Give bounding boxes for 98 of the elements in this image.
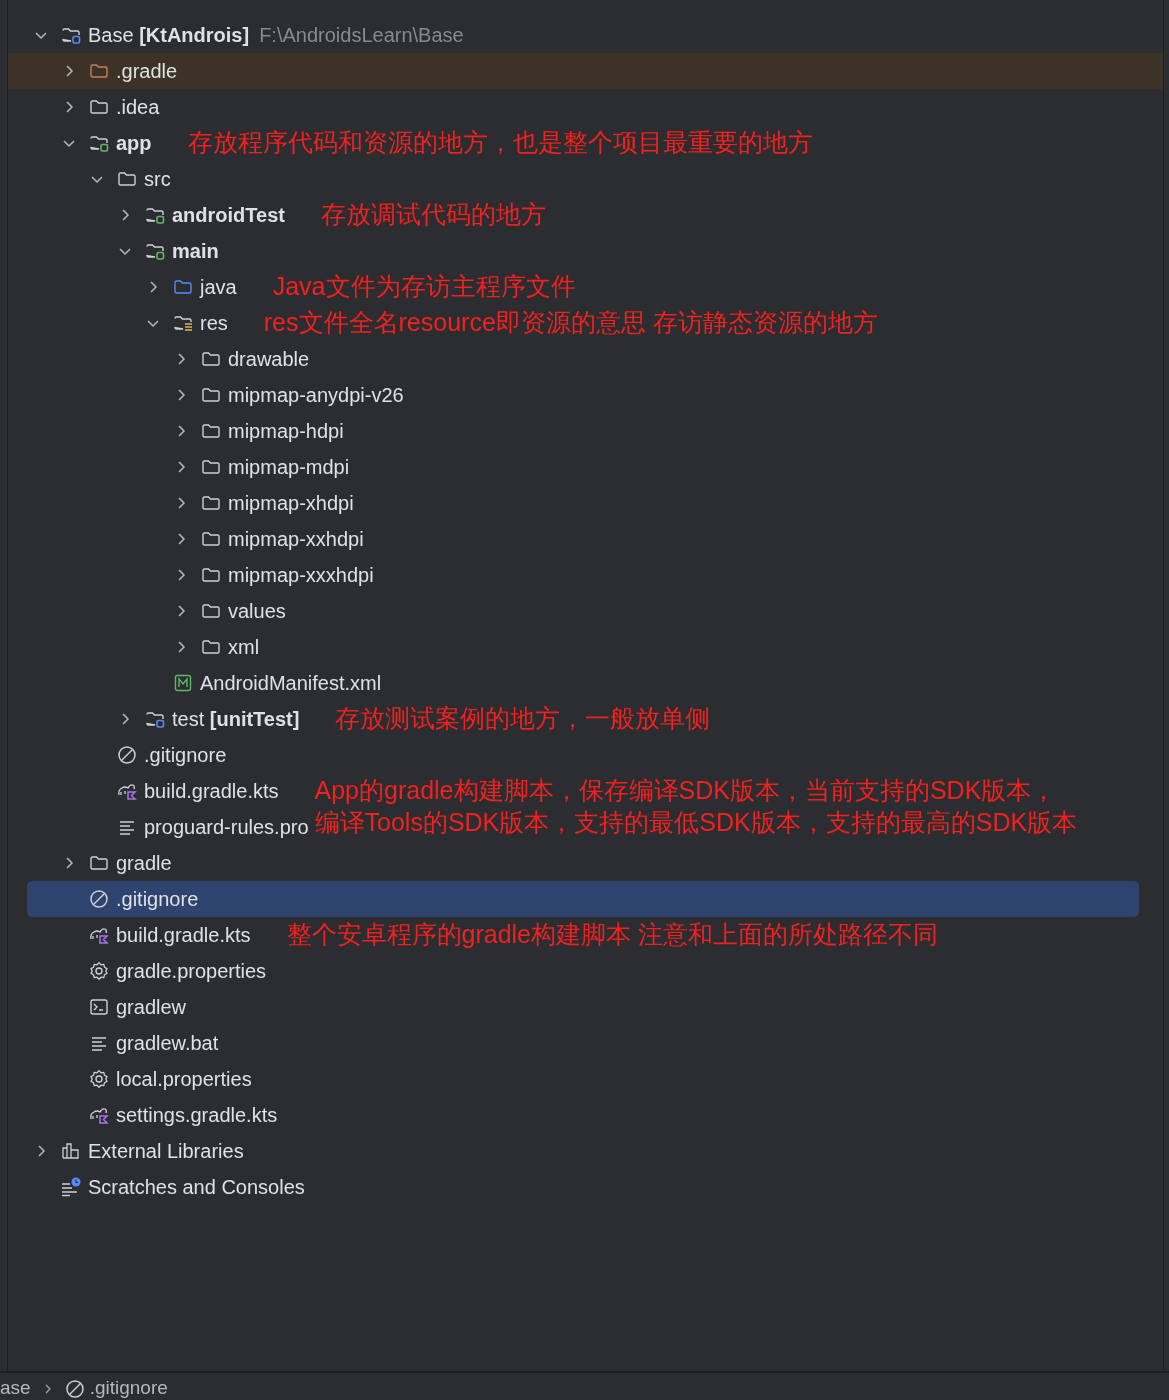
folder-icon [117,169,137,189]
expand-chevron-icon[interactable] [63,101,75,113]
folder-icon [89,97,109,117]
expand-chevron-icon[interactable] [175,533,187,545]
tree-item-label: mipmap-anydpi-v26 [228,383,404,408]
folder-icon [201,457,221,477]
tree-item-label: java [200,275,237,300]
tree-item-label: mipmap-xhdpi [228,491,354,516]
tree-item-label: test [unitTest] [172,707,300,732]
settings-icon [89,1069,109,1089]
resource-folder-icon [173,313,193,333]
project-path: F:\AndroidsLearn\Base [259,23,464,48]
module-folder-icon [145,241,165,261]
expand-chevron-icon[interactable] [63,65,75,77]
tree-item-label: drawable [228,347,310,372]
tree-item-label: gradle.properties [116,959,267,984]
gradle-script-icon [117,781,137,801]
tree-item-label: gradlew.bat [116,1031,219,1056]
collapse-chevron-icon[interactable] [119,245,131,257]
ignore-icon [117,745,137,765]
tree-item-label: src [144,167,171,192]
expand-chevron-icon[interactable] [175,605,187,617]
tree-item-label: .gradle [116,59,178,84]
tree-item-label: res [200,311,228,336]
module-folder-icon [89,133,109,153]
collapse-chevron-icon[interactable] [63,137,75,149]
selected-tree-row[interactable]: .gitignore [27,881,1139,917]
breadcrumb-item[interactable]: ase [0,1374,31,1400]
settings-icon [89,961,109,981]
folder-icon [201,601,221,621]
expand-chevron-icon[interactable] [175,641,187,653]
scratches-icon [61,1177,81,1197]
ignore-icon [64,1378,85,1399]
folder-icon [201,493,221,513]
annotation-note: App的gradle构建脚本，保存编译SDK版本，当前支持的SDK版本， 编译Tools的SDK版本，支持的最低SDK版本，支持的最高的SDK版本 [314,775,1078,838]
tree-item-label: AndroidManifest.xml [200,671,382,696]
tree-item-label: androidTest [172,203,285,228]
tree-item-label: mipmap-hdpi [228,419,344,444]
annotation-note: Java文件为存访主程序文件 [272,271,576,302]
module-folder-icon [61,25,81,45]
gradle-script-icon [89,925,109,945]
expand-chevron-icon[interactable] [147,281,159,293]
tree-item-label: app [116,131,152,156]
tree-item-label: .idea [116,95,160,120]
folder-icon [201,421,221,441]
folder-icon [173,277,193,297]
expand-chevron-icon[interactable] [119,209,131,221]
tree-item-label: gradle [116,851,172,876]
expand-chevron-icon[interactable] [63,857,75,869]
gradle-script-icon [89,1105,109,1125]
module-folder-icon [145,709,165,729]
folder-icon [201,637,221,657]
tree-item-label: settings.gradle.kts [116,1103,278,1128]
folder-icon [201,385,221,405]
folder-icon [201,529,221,549]
annotation-note: 存放程序代码和资源的地方，也是整个项目最重要的地方 [187,127,813,158]
tree-item-label: Scratches and Consoles [88,1175,305,1200]
tree-item-label: .gitignore [144,743,227,768]
expand-chevron-icon[interactable] [175,425,187,437]
terminal-icon [89,997,109,1017]
tree-item-label: mipmap-mdpi [228,455,350,480]
manifest-icon [173,673,193,693]
expand-chevron-icon[interactable] [119,713,131,725]
tree-item-label: mipmap-xxhdpi [228,527,364,552]
annotation-note: 整个安卓程序的gradle构建脚本 注意和上面的所处路径不同 [286,919,938,950]
annotation-note: 存放测试案例的地方，一般放单侧 [335,703,711,734]
module-folder-icon [145,205,165,225]
annotation-note: 存放调试代码的地方 [320,199,546,230]
ignore-icon [89,889,109,909]
excluded-tree-row[interactable]: .gradle [8,53,1163,89]
breadcrumb-item[interactable]: .gitignore [89,1374,168,1400]
folder-icon [201,565,221,585]
tree-item-label: Base [KtAndrois] [88,23,250,48]
tree-item-label: values [228,599,286,624]
libraries-icon [61,1141,81,1161]
tree-item-label: build.gradle.kts [144,779,279,804]
tree-item-label: mipmap-xxxhdpi [228,563,374,588]
tree-item-label: proguard-rules.pro [144,815,309,840]
expand-chevron-icon[interactable] [175,353,187,365]
expand-chevron-icon[interactable] [175,389,187,401]
tree-item-label: xml [228,635,260,660]
annotation-note: res文件全名resource即资源的意思 存访静态资源的地方 [263,307,878,338]
tree-item-label: local.properties [116,1067,252,1092]
expand-chevron-icon[interactable] [35,1145,47,1157]
folder-icon [89,61,109,81]
collapse-chevron-icon[interactable] [35,29,47,41]
tree-item-label: main [172,239,219,264]
folder-icon [89,853,109,873]
collapse-chevron-icon[interactable] [147,317,159,329]
tree-item-label: gradlew [116,995,187,1020]
expand-chevron-icon[interactable] [175,497,187,509]
tree-item-label: build.gradle.kts [116,923,251,948]
expand-chevron-icon[interactable] [175,569,187,581]
collapse-chevron-icon[interactable] [91,173,103,185]
tree-item-label: .gitignore [116,887,199,912]
tree-item-label: External Libraries [88,1139,244,1164]
folder-icon [201,349,221,369]
expand-chevron-icon[interactable] [175,461,187,473]
